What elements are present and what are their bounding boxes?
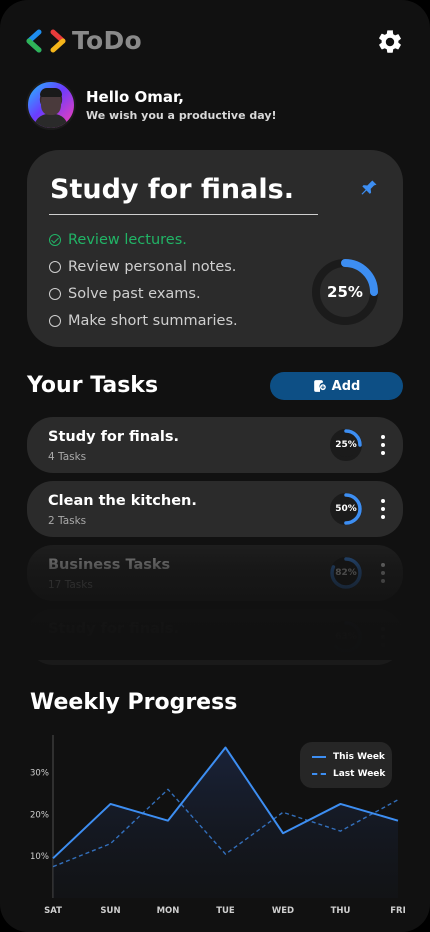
greeting-hello: Hello Omar, xyxy=(86,88,184,106)
code-brackets-icon xyxy=(26,29,66,52)
task-progress-label: 63% xyxy=(335,632,357,642)
y-tick-label: 10% xyxy=(30,852,49,862)
task-row[interactable]: Study for finals. 63% xyxy=(27,609,403,665)
app-screen: ToDo Hello Omar, We wish you a productiv… xyxy=(0,0,430,932)
task-name: Clean the kitchen. xyxy=(48,493,197,509)
app-name: ToDo xyxy=(72,26,143,55)
gear-icon[interactable] xyxy=(376,28,404,56)
legend-label: This Week xyxy=(333,752,385,762)
task-name: Study for finals. xyxy=(48,621,180,637)
task-row[interactable]: Business Tasks 17 Tasks 82% xyxy=(27,545,403,601)
x-tick-label: SUN xyxy=(100,906,120,916)
subtask-list: Review lectures. Review personal notes. … xyxy=(49,226,238,334)
empty-circle-icon[interactable] xyxy=(49,260,61,273)
task-progress-label: 50% xyxy=(335,504,357,514)
task-count: 4 Tasks xyxy=(48,451,87,463)
subtask-label: Solve past exams. xyxy=(68,285,201,302)
chart-legend: This Week Last Week xyxy=(300,742,392,788)
task-row[interactable]: Study for finals. 4 Tasks 25% xyxy=(27,417,403,473)
x-tick-label: SAT xyxy=(44,906,62,916)
x-tick-label: FRI xyxy=(390,906,406,916)
task-count: 17 Tasks xyxy=(48,579,93,591)
weekly-progress-title: Weekly Progress xyxy=(30,690,238,715)
x-tick-label: WED xyxy=(272,906,294,916)
divider xyxy=(49,214,318,215)
empty-circle-icon[interactable] xyxy=(49,314,61,327)
legend-item-last-week: Last Week xyxy=(312,769,385,779)
legend-swatch xyxy=(312,756,326,758)
subtask-item[interactable]: Make short summaries. xyxy=(49,307,238,334)
task-name: Business Tasks xyxy=(48,557,171,573)
y-tick-label: 20% xyxy=(30,810,49,820)
more-options-icon[interactable] xyxy=(379,627,387,647)
subtask-label: Make short summaries. xyxy=(68,312,238,329)
greeting: Hello Omar, We wish you a productive day… xyxy=(26,80,277,130)
legend-swatch xyxy=(312,773,326,775)
section-title: Your Tasks xyxy=(27,373,159,398)
app-logo: ToDo xyxy=(26,26,142,55)
x-tick-label: TUE xyxy=(216,906,235,916)
more-options-icon[interactable] xyxy=(379,499,387,519)
x-tick-label: THU xyxy=(331,906,351,916)
legend-item-this-week: This Week xyxy=(312,752,385,762)
subtask-item[interactable]: Solve past exams. xyxy=(49,280,238,307)
featured-task-title: Study for finals. xyxy=(50,174,294,205)
featured-task-card[interactable]: Study for finals. Review lectures. Revie… xyxy=(27,150,403,347)
x-tick-label: MON xyxy=(157,906,180,916)
progress-label: 25% xyxy=(327,283,363,301)
subtask-item[interactable]: Review lectures. xyxy=(49,226,238,253)
add-button[interactable]: Add xyxy=(270,372,403,400)
avatar[interactable] xyxy=(26,80,76,130)
greeting-subtitle: We wish you a productive day! xyxy=(86,109,277,122)
task-progress-label: 25% xyxy=(335,440,357,450)
add-button-label: Add xyxy=(331,378,361,394)
add-task-icon xyxy=(313,380,326,392)
task-progress-label: 82% xyxy=(335,568,357,578)
more-options-icon[interactable] xyxy=(379,563,387,583)
subtask-item[interactable]: Review personal notes. xyxy=(49,253,238,280)
empty-circle-icon[interactable] xyxy=(49,287,61,300)
more-options-icon[interactable] xyxy=(379,435,387,455)
task-row[interactable]: Clean the kitchen. 2 Tasks 50% xyxy=(27,481,403,537)
legend-label: Last Week xyxy=(333,769,386,779)
y-tick-label: 30% xyxy=(30,769,49,779)
subtask-label: Review lectures. xyxy=(68,231,187,248)
subtask-label: Review personal notes. xyxy=(68,258,237,275)
task-name: Study for finals. xyxy=(48,429,180,445)
task-count: 2 Tasks xyxy=(48,515,87,527)
pin-icon[interactable] xyxy=(359,178,379,198)
check-circle-icon[interactable] xyxy=(49,233,61,246)
